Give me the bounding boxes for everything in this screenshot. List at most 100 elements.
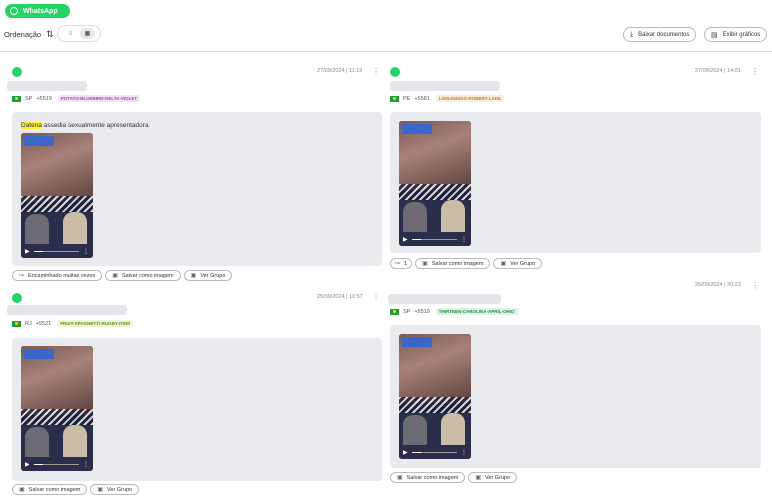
image-icon: ▣ [422, 261, 428, 267]
sender-name-redacted [388, 294, 501, 304]
play-icon[interactable]: ▶ [25, 461, 30, 468]
video-menu-icon[interactable]: ⋮ [461, 449, 467, 456]
view-group-button[interactable]: ▣ Ver Grupo [183, 270, 233, 281]
chart-icon: ▤ [711, 31, 718, 39]
video-person-left [25, 427, 49, 457]
forward-icon: ↪ [395, 261, 401, 267]
view-group-button[interactable]: ▣ Ver Grupo [90, 484, 140, 495]
video-controls: ▶ ⋮ [399, 445, 471, 459]
video-person-right [441, 200, 465, 232]
whatsapp-icon [10, 7, 18, 15]
video-graphic [21, 195, 93, 213]
group-icon: ▣ [500, 261, 507, 267]
sender-name-redacted [7, 305, 127, 315]
image-icon: ▣ [19, 487, 25, 493]
whatsapp-source-pill[interactable]: WhatsApp [5, 4, 70, 18]
play-icon[interactable]: ▶ [25, 248, 30, 255]
video-progress[interactable] [33, 463, 79, 465]
sender-meta: PE +5581 LION-INDIGO-ROBERT-LAKE [390, 95, 505, 102]
post-date: 25/09/2024 | 20:23 [695, 282, 741, 288]
forward-icon: ↪ [19, 273, 25, 279]
charts-label: Exibir gráficos [722, 31, 761, 38]
view-group-label: Ver Grupo [485, 474, 511, 481]
video-progress[interactable] [411, 451, 457, 453]
view-group-label: Ver Grupo [200, 272, 226, 279]
save-as-image-button[interactable]: ▣ Salvar como imagem [415, 258, 491, 269]
video-person-right [441, 413, 465, 445]
save-as-image-label: Salvar como imagem [406, 474, 459, 481]
grid-view-icon[interactable]: ▦ [80, 28, 95, 39]
video-person-left [25, 214, 49, 244]
download-label: Baixar documentos [638, 31, 690, 38]
post-actions: ↪ 1 ▣ Salvar como imagem ▣ Ver Grupo [390, 258, 545, 269]
video-controls: ▶ ⋮ [21, 457, 93, 471]
brazil-flag-icon [12, 95, 21, 102]
save-as-image-button[interactable]: ▣ Salvar como imagem [12, 484, 88, 495]
view-toggle[interactable]: ≡ ▦ [57, 25, 101, 42]
group-icon: ▣ [475, 475, 482, 481]
more-options-icon[interactable]: ⋮ [751, 67, 759, 76]
post-actions: ▣ Salvar como imagem ▣ Ver Grupo [390, 472, 520, 483]
sender-state: SP [403, 308, 411, 315]
video-progress[interactable] [33, 250, 79, 252]
play-icon[interactable]: ▶ [403, 236, 408, 243]
save-as-image-button[interactable]: ▣ Salvar como imagem [105, 270, 181, 281]
video-player[interactable]: ▶ ⋮ [399, 121, 471, 246]
source-label: WhatsApp [23, 7, 58, 15]
view-group-label: Ver Grupo [510, 260, 536, 267]
view-group-button[interactable]: ▣ Ver Grupo [493, 258, 543, 269]
order-label: Ordenação [4, 30, 42, 39]
more-options-icon[interactable]: ⋮ [372, 293, 380, 302]
whatsapp-icon [390, 67, 400, 77]
more-options-icon[interactable]: ⋮ [372, 67, 380, 76]
view-group-button[interactable]: ▣ Ver Grupo [468, 472, 518, 483]
more-options-icon[interactable]: ⋮ [751, 281, 759, 290]
sender-state: PE [403, 95, 411, 102]
video-player[interactable]: ▶ ⋮ [21, 133, 93, 258]
whatsapp-icon [12, 293, 22, 303]
sender-phone: +5521 [35, 320, 52, 327]
caption-highlight: Datena [21, 122, 42, 129]
video-progress[interactable] [411, 238, 457, 240]
play-icon[interactable]: ▶ [403, 449, 408, 456]
brazil-flag-icon [12, 320, 21, 327]
brazil-flag-icon [390, 95, 399, 102]
video-person-right [63, 212, 87, 244]
whatsapp-icon [12, 67, 22, 77]
group-icon: ▣ [97, 487, 104, 493]
video-overlay-badge [24, 349, 54, 359]
sender-name-redacted [7, 81, 87, 91]
post-date: 27/09/2024 | 11:19 [317, 68, 363, 74]
video-controls: ▶ ⋮ [21, 244, 93, 258]
video-menu-icon[interactable]: ⋮ [83, 461, 89, 468]
video-menu-icon[interactable]: ⋮ [461, 236, 467, 243]
list-view-icon[interactable]: ≡ [63, 28, 78, 39]
video-player[interactable]: ▶ ⋮ [399, 334, 471, 459]
group-tag: FRUIT-SPAGHETTI-RUGBY-ITEM [57, 320, 133, 327]
sort-icon[interactable]: ⇅ [46, 29, 54, 40]
group-icon: ▣ [190, 273, 197, 279]
download-icon: ⤓ [630, 30, 634, 38]
post-actions: ↪ Encaminhado muitas vezes ▣ Salvar como… [12, 270, 235, 281]
video-person-left [403, 202, 427, 232]
sender-phone: +5519 [36, 95, 52, 102]
video-controls: ▶ ⋮ [399, 232, 471, 246]
video-graphic [399, 183, 471, 201]
forwarded-badge: ↪ Encaminhado muitas vezes [12, 270, 103, 281]
sender-meta: RJ +5521 FRUIT-SPAGHETTI-RUGBY-ITEM [12, 320, 133, 327]
video-menu-icon[interactable]: ⋮ [83, 248, 89, 255]
show-charts-button[interactable]: ▤ Exibir gráficos [704, 27, 768, 42]
sender-state: RJ [25, 320, 32, 327]
download-documents-button[interactable]: ⤓ Baixar documentos [623, 27, 697, 42]
order-control[interactable]: Ordenação ⇅ [4, 29, 54, 40]
save-as-image-label: Salvar como imagem [121, 272, 174, 279]
video-overlay-badge [24, 136, 54, 146]
video-player[interactable]: ▶ ⋮ [21, 346, 93, 471]
save-as-image-label: Salvar como imagem [431, 260, 484, 267]
group-tag: LION-INDIGO-ROBERT-LAKE [435, 95, 505, 102]
sender-meta: SP +5519 THIRTEEN-CAROLINA-APRIL-OHIO [390, 308, 518, 315]
video-overlay-badge [402, 124, 432, 134]
header-divider [0, 51, 772, 52]
save-as-image-button[interactable]: ▣ Salvar como imagem [390, 472, 466, 483]
caption-text: assedia sexualmente apresentadora [41, 122, 149, 129]
